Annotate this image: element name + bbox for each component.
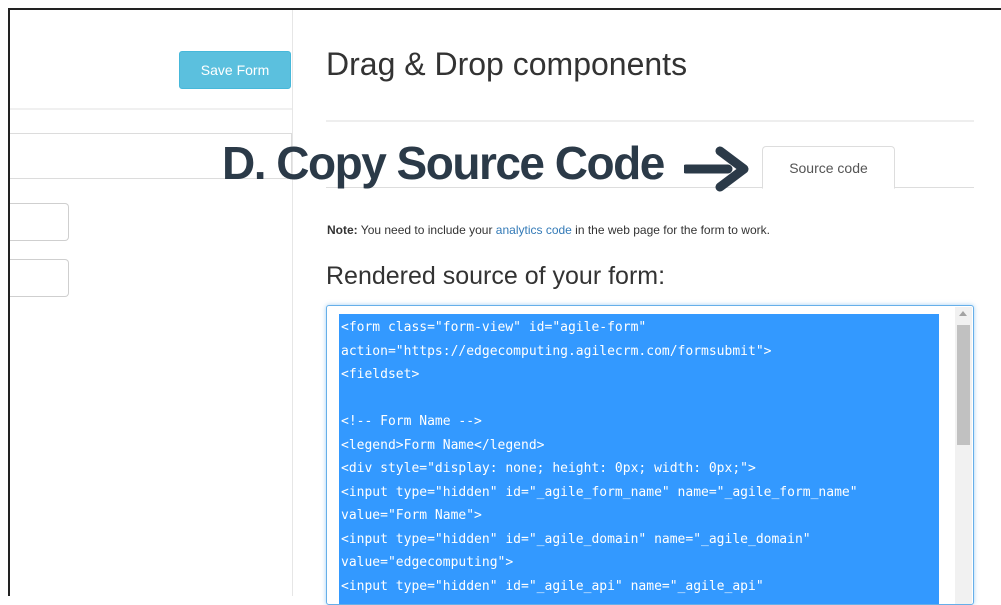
code-line: value="edgecomputing"> <box>341 555 514 570</box>
scroll-thumb[interactable] <box>957 325 970 445</box>
instruction-caption: D. Copy Source Code <box>222 137 665 189</box>
code-line: <fieldset> <box>341 367 420 382</box>
code-line: <input type="hidden" id="_agile_domain" … <box>341 531 811 547</box>
source-code-textarea[interactable]: <form class="form-view" id="agile-form" … <box>326 305 974 605</box>
code-line: <form class="form-view" id="agile-form" <box>341 320 647 335</box>
code-lines: <form class="form-view" id="agile-form" … <box>341 316 858 598</box>
right-arrow-icon <box>684 146 749 192</box>
code-line: <legend>Form Name</legend> <box>341 437 545 453</box>
form-input-field[interactable] <box>10 259 69 297</box>
analytics-code-link[interactable]: analytics code <box>496 223 572 237</box>
note-prefix: Note: <box>327 223 358 237</box>
code-scrollbar[interactable] <box>955 307 972 604</box>
rendered-source-title: Rendered source of your form: <box>326 262 666 290</box>
left-divider <box>10 108 292 110</box>
form-builder-panel <box>10 10 293 596</box>
code-line: value="Form Name"> <box>341 508 482 523</box>
tab-source-code[interactable]: Source code <box>762 146 895 189</box>
heading-divider <box>326 120 974 122</box>
form-input-field[interactable] <box>10 203 69 241</box>
save-form-button[interactable]: Save Form <box>179 51 291 89</box>
note-text-before: You need to include your <box>357 223 496 237</box>
page-title: Drag & Drop components <box>326 46 688 82</box>
code-line: <div style="display: none; height: 0px; … <box>341 461 756 476</box>
code-line: action="https://edgecomputing.agilecrm.c… <box>341 343 772 359</box>
scroll-up-icon[interactable] <box>959 311 967 316</box>
code-line: <!-- Form Name --> <box>341 414 482 429</box>
analytics-note: Note: You need to include your analytics… <box>327 223 770 237</box>
code-line: <input type="hidden" id="_agile_api" nam… <box>341 578 764 594</box>
code-line: <input type="hidden" id="_agile_form_nam… <box>341 484 858 500</box>
note-text-after: in the web page for the form to work. <box>571 223 770 237</box>
